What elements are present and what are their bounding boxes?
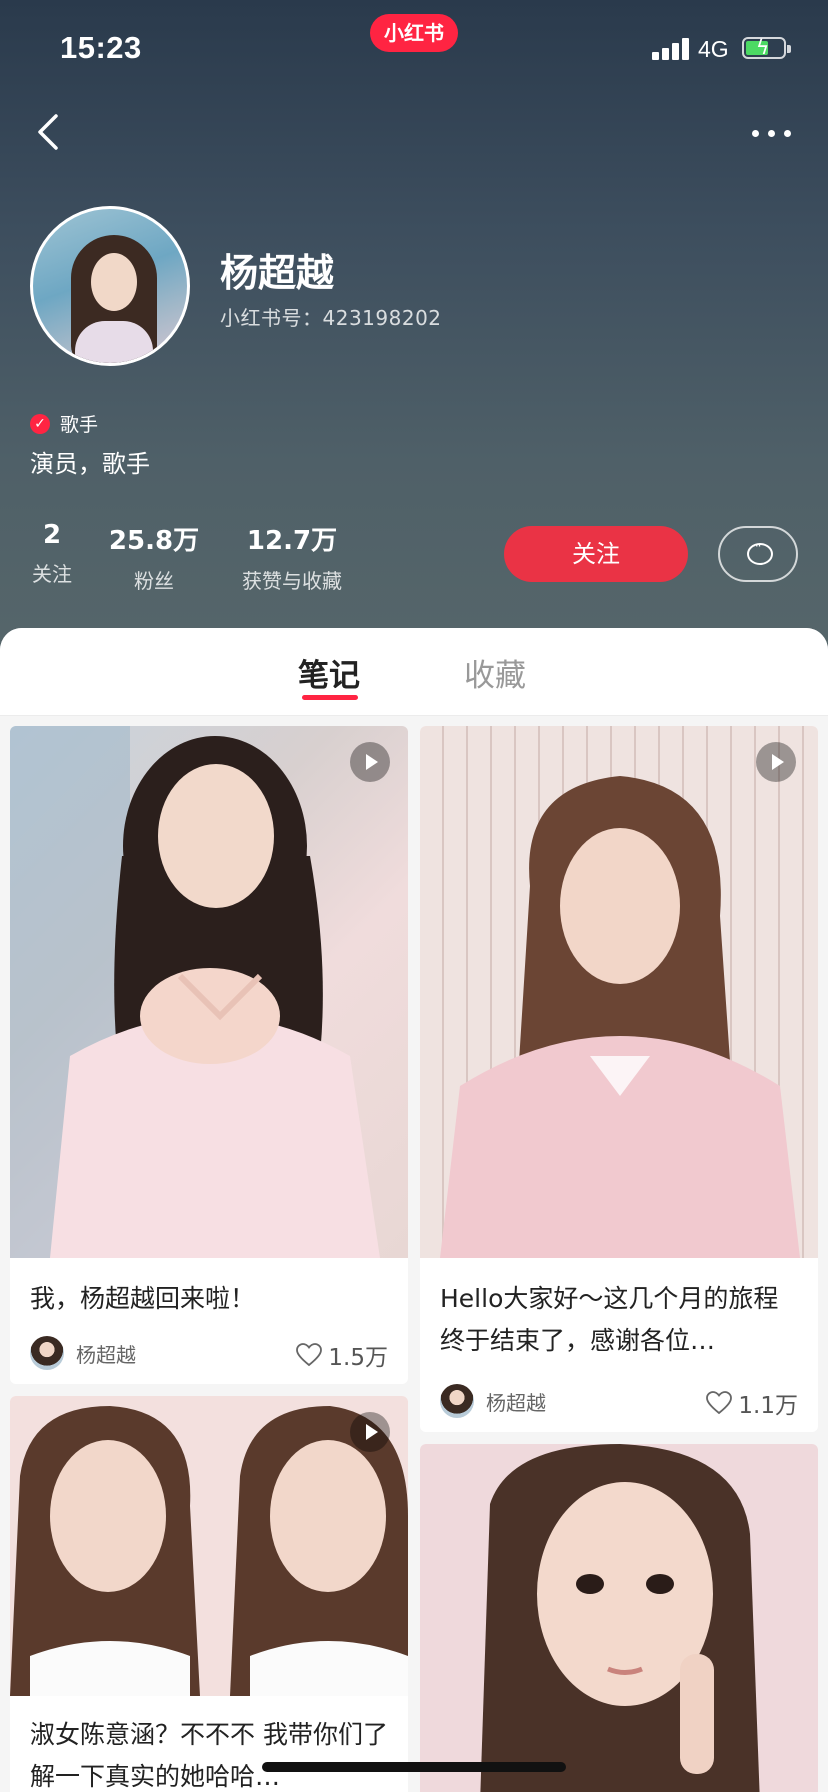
like-button[interactable]: 1.1万 bbox=[706, 1386, 798, 1420]
app-badge[interactable]: 小红书 bbox=[370, 14, 458, 52]
note-cover-image bbox=[10, 1396, 408, 1696]
notes-panel: 笔记 收藏 我，杨超越回来啦！ 杨超越 1.5万 Hello大家好～这几个月的旅… bbox=[0, 628, 828, 1792]
status-time: 15:23 bbox=[60, 30, 142, 65]
stat-value: 2 bbox=[42, 520, 62, 550]
battery-icon: ϟ bbox=[742, 35, 791, 59]
tab-bar: 笔记 收藏 bbox=[0, 628, 828, 716]
stat-label: 粉丝 bbox=[134, 569, 174, 593]
verified-label: 歌手 bbox=[60, 414, 99, 436]
tab-collections[interactable]: 收藏 bbox=[464, 650, 526, 695]
bio: 演员，歌手 bbox=[30, 450, 150, 478]
follow-button[interactable]: 关注 bbox=[504, 526, 688, 582]
author-avatar bbox=[440, 1384, 474, 1418]
stat-label: 关注 bbox=[32, 562, 72, 586]
heart-icon bbox=[706, 1391, 733, 1415]
note-card[interactable]: Hello大家好～这几个月的旅程终于结束了，感谢各位… 杨超越 1.1万 bbox=[420, 726, 818, 1432]
tab-notes[interactable]: 笔记 bbox=[298, 650, 360, 695]
profile-name: 杨超越 bbox=[220, 251, 335, 295]
tab-indicator bbox=[302, 695, 358, 700]
like-count: 1.5万 bbox=[328, 1345, 388, 1371]
note-card[interactable]: 淑女陈意涵？不不不 我带你们了解一下真实的她哈哈… bbox=[10, 1396, 408, 1792]
stat-followers[interactable]: 25.8万 粉丝 bbox=[106, 520, 202, 594]
note-cover-image bbox=[10, 726, 408, 1258]
note-card[interactable] bbox=[420, 1444, 818, 1792]
author-name: 杨超越 bbox=[486, 1390, 546, 1415]
profile-header: 15:23 小红书 4G ϟ 杨超越 小红书号：423198202 ✓ 歌手 演… bbox=[0, 0, 828, 660]
network-label: 4G bbox=[698, 36, 729, 62]
note-card[interactable]: 我，杨超越回来啦！ 杨超越 1.5万 bbox=[10, 726, 408, 1384]
verified-row: ✓ 歌手 bbox=[30, 410, 98, 437]
stat-likes-collects[interactable]: 12.7万 获赞与收藏 bbox=[232, 520, 352, 594]
stat-following[interactable]: 2 关注 bbox=[30, 520, 74, 587]
signal-icon bbox=[652, 36, 692, 60]
back-icon[interactable] bbox=[30, 108, 70, 156]
play-icon bbox=[350, 742, 390, 782]
account-id: 小红书号：423198202 bbox=[220, 306, 442, 330]
author-avatar bbox=[30, 1336, 64, 1370]
note-title: Hello大家好～这几个月的旅程终于结束了，感谢各位… bbox=[440, 1284, 779, 1355]
like-button[interactable]: 1.5万 bbox=[296, 1338, 388, 1372]
stat-label: 获赞与收藏 bbox=[242, 569, 342, 593]
note-author[interactable]: 杨超越 bbox=[440, 1384, 546, 1418]
more-icon[interactable] bbox=[748, 118, 796, 148]
play-icon bbox=[350, 1412, 390, 1452]
avatar[interactable] bbox=[30, 206, 190, 366]
like-count: 1.1万 bbox=[738, 1393, 798, 1419]
status-bar: 15:23 小红书 4G ϟ bbox=[0, 0, 828, 96]
verified-icon: ✓ bbox=[30, 413, 50, 434]
play-icon bbox=[756, 742, 796, 782]
stat-value: 25.8万 bbox=[108, 526, 200, 556]
message-button[interactable] bbox=[718, 526, 798, 582]
note-title: 淑女陈意涵？不不不 我带你们了解一下真实的她哈哈… bbox=[30, 1720, 388, 1791]
message-icon bbox=[747, 539, 773, 565]
author-name: 杨超越 bbox=[76, 1342, 136, 1367]
note-author[interactable]: 杨超越 bbox=[30, 1336, 136, 1370]
note-cover-image bbox=[420, 1444, 818, 1792]
home-indicator[interactable] bbox=[262, 1762, 566, 1772]
heart-icon bbox=[296, 1343, 323, 1367]
note-title: 我，杨超越回来啦！ bbox=[30, 1284, 256, 1313]
stat-value: 12.7万 bbox=[246, 526, 338, 556]
note-cover-image bbox=[420, 726, 818, 1258]
